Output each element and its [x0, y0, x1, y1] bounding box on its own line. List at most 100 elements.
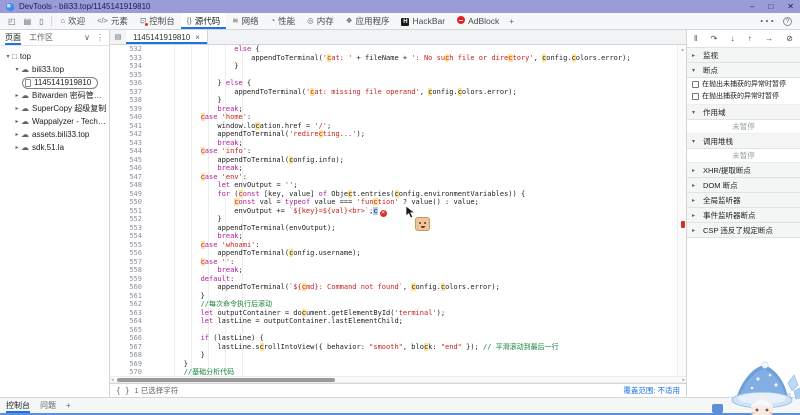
line-number[interactable]: 533 [110, 54, 150, 63]
code-line[interactable]: 570 //基础分析代码 [110, 368, 686, 376]
collapsed-icon[interactable]: ▸ [13, 131, 21, 138]
line-number[interactable]: 569 [110, 360, 150, 369]
line-number[interactable]: 559 [110, 275, 150, 284]
tab-welcome[interactable]: ⌂欢迎 [55, 13, 92, 29]
more-options-icon[interactable]: ⋯ [759, 11, 775, 31]
code-line[interactable]: 563 let outputContainer = document.getEl… [110, 309, 686, 318]
device-phone-icon[interactable]: ▯ [35, 17, 47, 26]
section-event-listener-breakpoints[interactable]: ▸事件监听器断点 [687, 208, 800, 223]
section-xhr-breakpoints[interactable]: ▸XHR/提取断点 [687, 163, 800, 178]
line-number[interactable]: 556 [110, 249, 150, 258]
code-pane[interactable]: 532 else {533 appendToTerminal('cat: ' +… [110, 45, 686, 376]
code-line[interactable]: 534 } [110, 62, 686, 71]
line-number[interactable]: 538 [110, 96, 150, 105]
checkbox[interactable] [692, 81, 699, 88]
code-line[interactable]: 540 case 'home': [110, 113, 686, 122]
code-line[interactable]: 532 else { [110, 45, 686, 54]
code-line[interactable]: 548 let envOutput = ''; [110, 181, 686, 190]
tree-item[interactable]: ▸☁SuperCopy 超级复制 [0, 102, 109, 115]
code-line[interactable]: 547 case 'env': [110, 173, 686, 182]
checkbox[interactable] [692, 93, 699, 100]
code-line[interactable]: 566 if (lastLine) { [110, 334, 686, 343]
collapsed-icon[interactable]: ▸ [13, 144, 21, 151]
code-line[interactable]: 542 appendToTerminal('redirecting...'); [110, 130, 686, 139]
code-line[interactable]: 558 break; [110, 266, 686, 275]
code-line[interactable]: 533 appendToTerminal('cat: ' + fileName … [110, 54, 686, 63]
tab-hackbar[interactable]: HHackBar [395, 13, 451, 29]
tab-workspace[interactable]: 工作区 [29, 30, 53, 45]
minimize-button[interactable]: – [750, 0, 754, 13]
code-line[interactable]: 557 case '': [110, 258, 686, 267]
scroll-up-icon[interactable]: ▴ [679, 47, 686, 53]
line-number[interactable]: 540 [110, 113, 150, 122]
line-number[interactable]: 547 [110, 173, 150, 182]
code-line[interactable]: 537 appendToTerminal('cat: missing file … [110, 88, 686, 97]
tab-console[interactable]: ⊡控制台 [134, 13, 181, 29]
line-number[interactable]: 558 [110, 266, 150, 275]
editor-tab[interactable]: 1145141919810 × [126, 30, 208, 44]
tree-item[interactable]: ▸☁sdk.51.la [0, 141, 109, 154]
scrollbar-thumb[interactable] [117, 378, 335, 382]
tab-page[interactable]: 页面 [5, 30, 21, 45]
section-dom-breakpoints[interactable]: ▸DOM 断点 [687, 178, 800, 193]
open-tabs-icon[interactable]: ▤ [110, 30, 126, 44]
line-number[interactable]: 539 [110, 105, 150, 114]
line-number[interactable]: 545 [110, 156, 150, 165]
section-callstack[interactable]: ▾调用堆栈 [687, 134, 800, 149]
deactivate-breakpoints-icon[interactable]: ⊘ [786, 35, 793, 43]
line-number[interactable]: 544 [110, 147, 150, 156]
step-into-icon[interactable]: ↓ [731, 35, 735, 43]
drawer-add-tab-button[interactable]: + [66, 398, 71, 413]
code-line[interactable]: 535 [110, 71, 686, 80]
code-line[interactable]: 552 } [110, 215, 686, 224]
chevron-down-icon[interactable]: ∨ [84, 33, 90, 42]
code-line[interactable]: 541 window.location.href = '/'; [110, 122, 686, 131]
line-number[interactable]: 551 [110, 207, 150, 216]
code-line[interactable]: 565 [110, 326, 686, 335]
code-line[interactable]: 562 //每次命令执行后滚动 [110, 300, 686, 309]
device-toolbar-icon[interactable]: ▤ [20, 17, 36, 26]
add-panel-button[interactable]: + [505, 17, 518, 26]
line-number[interactable]: 567 [110, 343, 150, 352]
line-number[interactable]: 549 [110, 190, 150, 199]
line-number[interactable]: 553 [110, 224, 150, 233]
code-line[interactable]: 546 break; [110, 164, 686, 173]
collapsed-icon[interactable]: ▸ [13, 105, 21, 112]
expanded-icon[interactable]: ▾ [13, 66, 21, 73]
code-line[interactable]: 555 case 'whoami': [110, 241, 686, 250]
pause-icon[interactable]: ‖ [694, 35, 697, 43]
tab-network[interactable]: ≋网络 [226, 13, 264, 29]
line-number[interactable]: 565 [110, 326, 150, 335]
line-number[interactable]: 552 [110, 215, 150, 224]
line-number[interactable]: 542 [110, 130, 150, 139]
code-line[interactable]: 556 appendToTerminal(config.username); [110, 249, 686, 258]
tree-item[interactable]: ▾☁bili33.top [0, 63, 109, 76]
code-line[interactable]: 568 } [110, 351, 686, 360]
code-line[interactable]: 536 } else { [110, 79, 686, 88]
line-number[interactable]: 566 [110, 334, 150, 343]
line-number[interactable]: 536 [110, 79, 150, 88]
tree-item[interactable]: ▸☁Wappalyzer - Technology p... [0, 115, 109, 128]
line-number[interactable]: 560 [110, 283, 150, 292]
section-csp-breakpoints[interactable]: ▸CSP 违反了规定断点 [687, 223, 800, 238]
collapsed-icon[interactable]: ▸ [13, 92, 21, 99]
code-line[interactable]: 543 break; [110, 139, 686, 148]
code-line[interactable]: 567 lastLine.scrollIntoView({ behavior: … [110, 343, 686, 352]
line-number[interactable]: 555 [110, 241, 150, 250]
code-line[interactable]: 545 appendToTerminal(config.info); [110, 156, 686, 165]
coverage-link[interactable]: 覆盖范围: 不适用 [623, 385, 680, 396]
error-marker[interactable] [681, 221, 685, 228]
tab-console[interactable]: 控制台 [6, 398, 30, 413]
line-number[interactable]: 564 [110, 317, 150, 326]
step-out-icon[interactable]: ↑ [748, 35, 752, 43]
tree-item[interactable]: 1145141919810 [0, 76, 109, 89]
line-number[interactable]: 537 [110, 88, 150, 97]
code-line[interactable]: 560 appendToTerminal(`${cmd}: Command no… [110, 283, 686, 292]
line-number[interactable]: 554 [110, 232, 150, 241]
line-number[interactable]: 532 [110, 45, 150, 54]
line-number[interactable]: 543 [110, 139, 150, 148]
line-number[interactable]: 548 [110, 181, 150, 190]
line-number[interactable]: 570 [110, 368, 150, 376]
breakpoint-option[interactable]: 在抛出未捕获的异常时暂停 [687, 78, 800, 90]
section-watch[interactable]: ▸监视 [687, 48, 800, 63]
